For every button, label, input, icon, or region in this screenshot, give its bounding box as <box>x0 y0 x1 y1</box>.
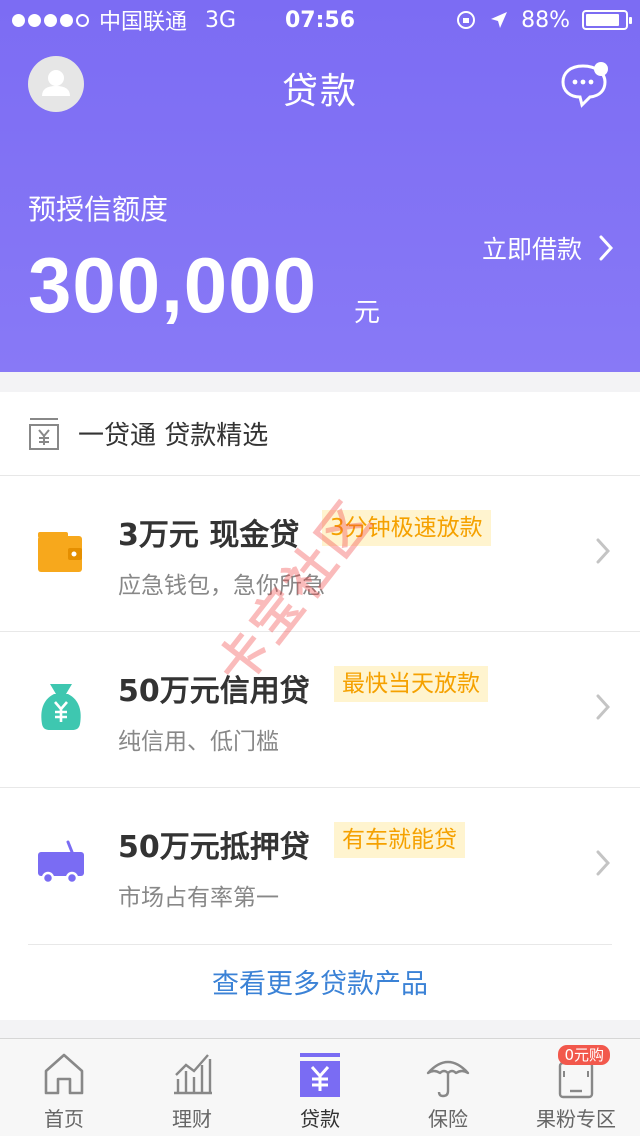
umbrella-icon <box>426 1060 470 1098</box>
loan-products-card: 一贷通 贷款精选 3万元 现金贷 3分钟极速放款 应急钱包，急你所急 50万元信… <box>0 392 640 1020</box>
battery-percent: 88% <box>521 7 570 33</box>
credit-unit: 元 <box>354 298 381 328</box>
car-icon <box>38 840 84 885</box>
chevron-right-icon <box>596 694 610 720</box>
tab-label: 果粉专区 <box>536 1107 616 1131</box>
hero-header: 中国联通 3G 07:56 88% 贷款 预授信额度 300,000 元 立即借… <box>0 0 640 372</box>
tab-bar: 首页 理财 贷款 保险 0元购 果粉专区 <box>0 1038 640 1136</box>
loan-item-cash[interactable]: 3万元 现金贷 3分钟极速放款 应急钱包，急你所急 <box>0 476 640 632</box>
credit-amount: 300,000 <box>28 241 317 329</box>
message-icon[interactable] <box>560 60 610 108</box>
tab-label: 保险 <box>428 1107 468 1131</box>
section-header: 一贷通 贷款精选 <box>0 392 640 476</box>
tab-label: 首页 <box>44 1107 84 1131</box>
loan-subtitle: 纯信用、低门槛 <box>118 729 279 755</box>
rotation-lock-icon <box>457 11 476 29</box>
money-bag-icon <box>41 684 81 730</box>
battery-icon <box>582 10 632 30</box>
chart-icon <box>174 1054 212 1095</box>
home-icon <box>44 1053 84 1095</box>
tab-apple-zone[interactable]: 0元购 果粉专区 <box>512 1039 640 1136</box>
borrow-now-link[interactable]: 立即借款 <box>482 230 614 266</box>
loan-item-credit[interactable]: 50万元信用贷 最快当天放款 纯信用、低门槛 <box>0 632 640 788</box>
credit-label: 预授信额度 <box>28 193 169 226</box>
tab-finance[interactable]: 理财 <box>128 1039 256 1136</box>
chevron-right-icon <box>596 850 610 876</box>
loan-tag: 3分钟极速放款 <box>322 510 491 546</box>
tab-home[interactable]: 首页 <box>0 1039 128 1136</box>
chevron-right-icon <box>596 538 610 564</box>
loan-tag: 有车就能贷 <box>334 822 465 858</box>
signal-strength-icon <box>12 13 89 27</box>
wallet-icon <box>38 532 82 572</box>
page-title: 贷款 <box>281 71 358 112</box>
tab-loan[interactable]: 贷款 <box>256 1039 384 1136</box>
location-arrow-icon <box>491 12 508 28</box>
tab-insurance[interactable]: 保险 <box>384 1039 512 1136</box>
view-more-loans-link[interactable]: 查看更多贷款产品 <box>0 962 640 1001</box>
section-title: 一贷通 贷款精选 <box>78 421 269 451</box>
loan-title: 50万元抵押贷 <box>118 830 310 865</box>
loan-subtitle: 应急钱包，急你所急 <box>118 573 325 599</box>
loan-subtitle: 市场占有率第一 <box>118 885 279 911</box>
network-type: 3G <box>205 7 237 33</box>
promo-badge: 0元购 <box>558 1045 610 1065</box>
loan-tag: 最快当天放款 <box>334 666 488 702</box>
clock: 07:56 <box>284 7 356 33</box>
loan-title: 50万元信用贷 <box>118 674 310 709</box>
loan-icon <box>300 1053 340 1097</box>
status-bar: 中国联通 3G 07:56 88% <box>0 0 640 40</box>
carrier-name: 中国联通 <box>99 10 188 35</box>
tab-label: 理财 <box>172 1107 212 1131</box>
yen-receipt-icon <box>29 417 59 450</box>
tab-label: 贷款 <box>300 1107 340 1131</box>
borrow-now-label: 立即借款 <box>481 235 582 264</box>
loan-title: 3万元 现金贷 <box>118 518 300 553</box>
nav-bar: 贷款 <box>0 44 640 124</box>
chevron-right-icon <box>599 235 614 261</box>
loan-item-mortgage[interactable]: 50万元抵押贷 有车就能贷 市场占有率第一 <box>0 788 640 944</box>
